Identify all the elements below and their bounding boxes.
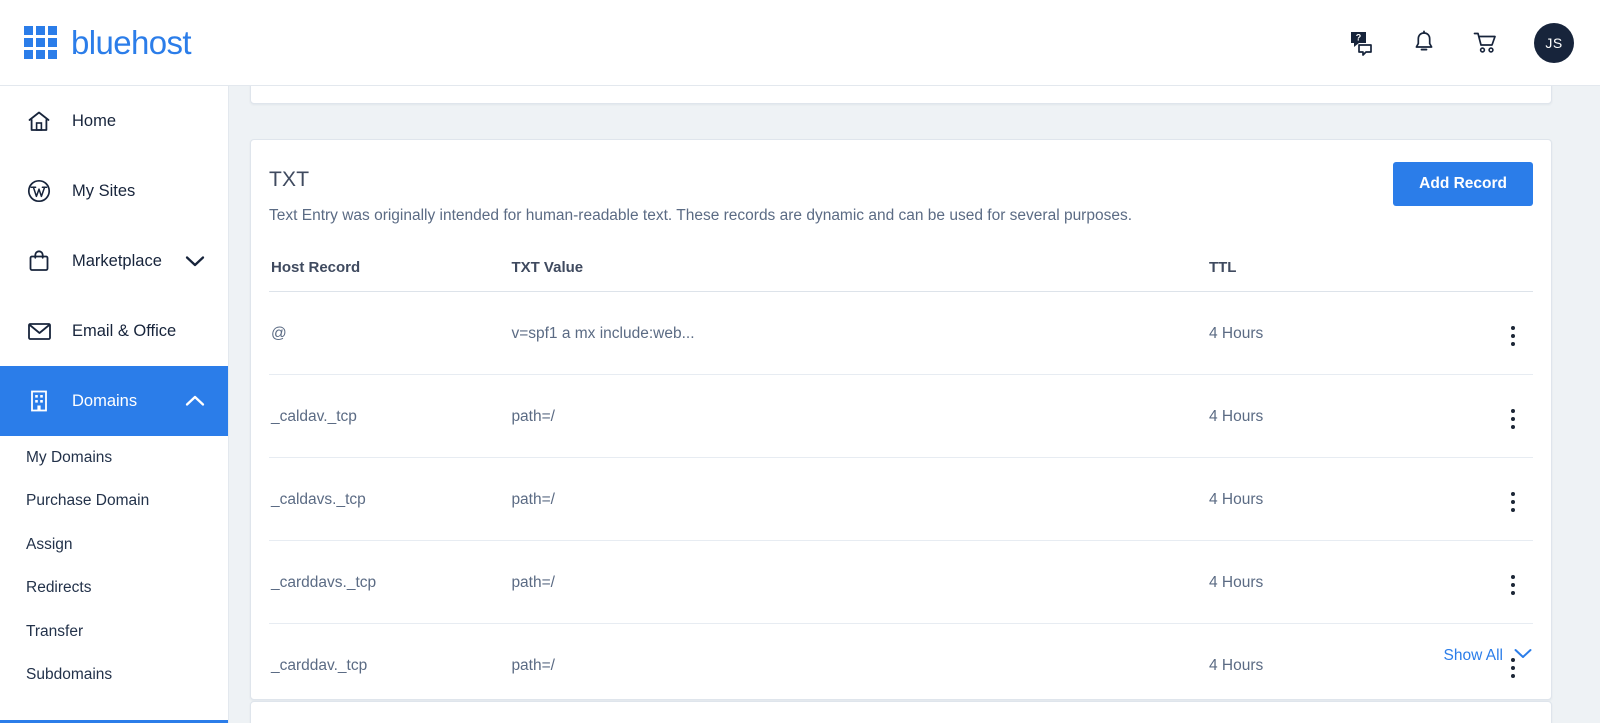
cell-txt-value: path=/ (511, 656, 555, 674)
topbar-actions: ? JS (1348, 22, 1574, 63)
wordpress-icon (26, 179, 52, 203)
cell-ttl: 4 Hours (1208, 540, 1474, 625)
building-icon (26, 389, 52, 413)
sidebar-item-label: Email & Office (72, 321, 177, 340)
chevron-up-icon[interactable] (184, 394, 206, 408)
sidebar-item-my-sites[interactable]: My Sites (0, 156, 228, 226)
row-menu-icon[interactable] (1501, 322, 1525, 350)
column-header-actions (1473, 259, 1533, 293)
cell-ttl: 4 Hours (1208, 457, 1474, 542)
sidebar-item-my-domains[interactable]: My Domains (0, 436, 228, 480)
chevron-down-icon[interactable] (184, 254, 206, 268)
table-row: _caldav._tcp path=/ 4 Hours (269, 374, 1533, 459)
notifications-icon[interactable] (1410, 29, 1438, 57)
bag-icon (26, 249, 52, 273)
txt-records-card: TXT Text Entry was originally intended f… (250, 139, 1552, 700)
home-icon (26, 110, 52, 133)
column-header-ttl: TTL (1208, 259, 1474, 293)
cell-actions (1473, 291, 1533, 376)
table-row: _caldavs._tcp path=/ 4 Hours (269, 457, 1533, 542)
sidebar-item-purchase-domain[interactable]: Purchase Domain (0, 480, 228, 524)
sidebar-item-label: Domains (72, 391, 138, 410)
top-bar: bluehost ? JS (0, 0, 1600, 86)
avatar[interactable]: JS (1534, 22, 1574, 63)
brand-name: bluehost (71, 24, 192, 61)
sidebar-item-email-office[interactable]: Email & Office (0, 296, 228, 366)
cart-icon[interactable] (1472, 29, 1500, 57)
cell-host-record: _caldav._tcp (269, 374, 512, 459)
sidebar-item-label: Marketplace (72, 251, 162, 270)
cell-ttl: 4 Hours (1208, 656, 1264, 674)
cell-ttl: 4 Hours (1208, 374, 1474, 459)
card-header: TXT Text Entry was originally intended f… (269, 162, 1533, 229)
sidebar-item-domains[interactable]: Domains (0, 366, 228, 436)
help-chat-icon[interactable]: ? (1348, 29, 1376, 57)
sidebar: Home My Sites Marketplace Email & Office… (0, 86, 229, 723)
show-all-label: Show All (1443, 647, 1503, 664)
sidebar-item-transfer[interactable]: Transfer (0, 610, 228, 654)
cell-host-record: @ (269, 291, 512, 376)
table-body: @ v=spf1 a mx include:web... 4 Hours _ca… (269, 291, 1533, 707)
table-row: _carddav._tcp path=/ 4 Hours (269, 624, 1533, 707)
table-header-row: Host Record TXT Value TTL (269, 259, 1533, 293)
previous-record-card (250, 86, 1552, 104)
cell-txt-value: path=/ (511, 540, 1209, 625)
cell-actions (1473, 374, 1533, 459)
brand-logo[interactable]: bluehost (24, 24, 192, 61)
column-header-txt-value: TXT Value (511, 259, 1209, 293)
row-menu-icon[interactable] (1501, 571, 1525, 599)
chevron-down-icon (1513, 647, 1533, 665)
cell-host-record: _carddav._tcp (271, 656, 368, 674)
table-row: @ v=spf1 a mx include:web... 4 Hours (269, 291, 1533, 376)
cell-actions (1473, 457, 1533, 542)
sidebar-item-label: My Sites (72, 181, 136, 200)
svg-text:?: ? (1356, 32, 1362, 42)
cell-txt-value: path=/ (511, 457, 1209, 542)
next-record-card (250, 701, 1552, 723)
show-all-button[interactable]: Show All (1444, 647, 1533, 665)
sidebar-subitem-label: Subdomains (26, 666, 113, 684)
cell-host-record: _caldavs._tcp (269, 457, 512, 542)
main-content: TXT Text Entry was originally intended f… (229, 86, 1600, 723)
card-description: Text Entry was originally intended for h… (269, 207, 1133, 224)
cell-host-record: _carddavs._tcp (269, 540, 512, 625)
sidebar-subitem-label: My Domains (26, 448, 113, 466)
table-row: _carddavs._tcp path=/ 4 Hours (269, 540, 1533, 625)
sidebar-item-assign[interactable]: Assign (0, 523, 228, 567)
add-record-button[interactable]: Add Record (1393, 162, 1533, 206)
page-title: TXT (269, 168, 310, 191)
column-header-host-record: Host Record (269, 259, 512, 293)
cell-txt-value: path=/ (511, 374, 1209, 459)
sidebar-item-marketplace[interactable]: Marketplace (0, 226, 228, 296)
sidebar-item-subdomains[interactable]: Subdomains (0, 654, 228, 698)
txt-records-table: Host Record TXT Value TTL @ v=spf1 a mx … (269, 259, 1533, 706)
row-menu-icon[interactable] (1501, 405, 1525, 433)
row-menu-icon[interactable] (1501, 488, 1525, 516)
envelope-icon (26, 321, 52, 341)
sidebar-item-redirects[interactable]: Redirects (0, 567, 228, 611)
grid-squares-icon (24, 26, 57, 59)
cell-ttl: 4 Hours (1208, 291, 1474, 376)
sidebar-subitem-label: Redirects (26, 579, 92, 597)
cell-txt-value: v=spf1 a mx include:web... (511, 291, 1209, 376)
sidebar-subitem-label: Transfer (26, 622, 84, 640)
sidebar-item-label: Home (72, 111, 117, 130)
sidebar-item-home[interactable]: Home (0, 86, 228, 156)
sidebar-subitem-label: Assign (26, 535, 73, 553)
cell-actions (1473, 540, 1533, 625)
sidebar-subitem-label: Purchase Domain (26, 492, 150, 510)
table-header: Host Record TXT Value TTL (269, 259, 1533, 293)
